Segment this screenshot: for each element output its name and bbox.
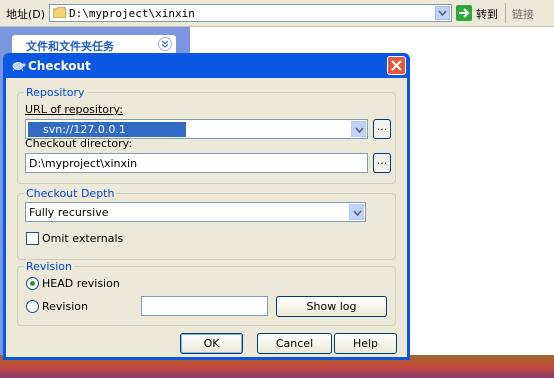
- browse-url-button[interactable]: ...: [373, 119, 391, 139]
- dialog-body: Repository URL of repository: svn://127.…: [6, 78, 407, 357]
- head-revision-radio[interactable]: [26, 277, 39, 290]
- checkout-dir-label: Checkout directory:: [25, 137, 133, 150]
- address-label: 地址(D): [6, 8, 46, 21]
- ok-button[interactable]: OK: [180, 333, 243, 354]
- address-bar: 地址(D) D:\myproject\xinxin 转到 链接: [0, 0, 554, 27]
- address-text: D:\myproject\xinxin: [69, 7, 195, 20]
- depth-combobox[interactable]: Fully recursive: [25, 202, 366, 222]
- repository-group-label: Repository: [24, 86, 87, 99]
- links-button[interactable]: 链接: [512, 6, 534, 22]
- url-label-text: URL of repository:: [25, 103, 123, 116]
- help-button[interactable]: Help: [334, 333, 397, 354]
- revision-input[interactable]: [141, 296, 268, 316]
- chevron-down-icon: [353, 210, 362, 216]
- go-arrow-icon: [456, 5, 472, 21]
- checkout-dir-input[interactable]: D:\myproject\xinxin: [25, 153, 368, 173]
- close-icon: [391, 60, 402, 71]
- depth-value: Fully recursive: [29, 206, 109, 219]
- url-dropdown-button[interactable]: [351, 121, 366, 137]
- depth-dropdown-button[interactable]: [349, 204, 364, 220]
- chevron-down-icon: [438, 10, 447, 17]
- revision-label[interactable]: Revision: [42, 300, 88, 313]
- tortoise-icon: [12, 62, 26, 72]
- close-button[interactable]: [387, 56, 406, 75]
- task-panel-title: 文件和文件夹任务: [26, 40, 114, 53]
- go-button[interactable]: 转到: [456, 4, 502, 22]
- checkout-dir-value: D:\myproject\xinxin: [29, 157, 138, 170]
- dialog-title: Checkout: [28, 59, 91, 73]
- cancel-button[interactable]: Cancel: [257, 333, 332, 354]
- address-dropdown-button[interactable]: [435, 6, 450, 20]
- dialog-titlebar[interactable]: Checkout: [6, 53, 407, 78]
- show-log-button[interactable]: Show log: [276, 296, 387, 317]
- collapse-chevrons-icon[interactable]: [158, 37, 172, 51]
- address-input[interactable]: D:\myproject\xinxin: [49, 4, 452, 22]
- toolbar-separator: [505, 3, 506, 23]
- chevron-down-icon: [355, 127, 364, 133]
- task-panel-header[interactable]: 文件和文件夹任务: [12, 35, 176, 55]
- url-value: svn://127.0.0.1: [28, 122, 186, 137]
- head-revision-label[interactable]: HEAD revision: [42, 277, 120, 290]
- url-combobox[interactable]: svn://127.0.0.1: [25, 119, 368, 139]
- url-label: URL of repository:: [25, 103, 123, 116]
- browse-dir-button[interactable]: ...: [373, 153, 391, 173]
- depth-group-label: Checkout Depth: [24, 187, 117, 200]
- omit-externals-label[interactable]: Omit externals: [42, 232, 123, 245]
- revision-group-label: Revision: [24, 260, 74, 273]
- omit-externals-checkbox[interactable]: [26, 232, 39, 245]
- folder-icon: [53, 7, 66, 18]
- checkout-dialog: Checkout Repository URL of repository: s…: [3, 53, 410, 360]
- go-label: 转到: [476, 8, 498, 21]
- revision-radio[interactable]: [26, 300, 39, 313]
